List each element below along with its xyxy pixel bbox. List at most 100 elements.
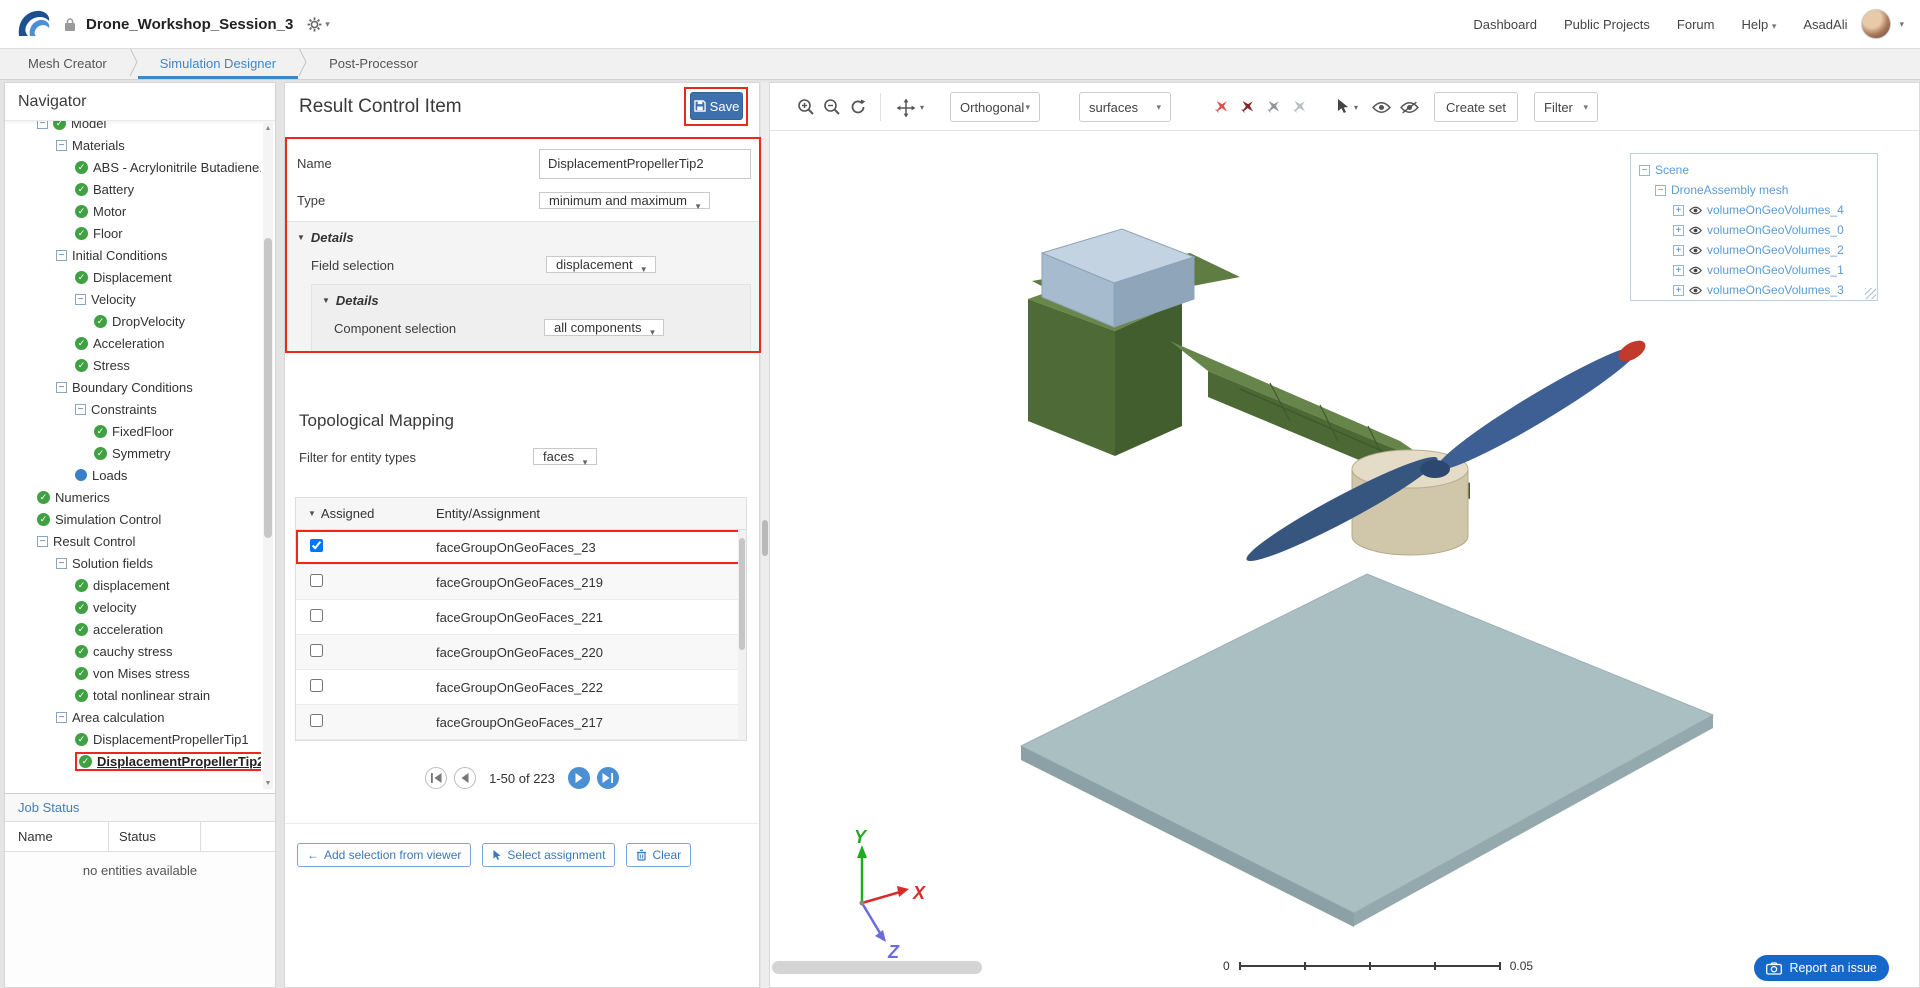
- assignment-checkbox[interactable]: [310, 574, 323, 587]
- chevron-down-icon[interactable]: ▾: [1354, 103, 1358, 112]
- visibility-eye-icon[interactable]: [1689, 246, 1702, 255]
- tree-item-model[interactable]: −✓Model: [5, 121, 261, 134]
- tree-item-initial-conditions[interactable]: −Initial Conditions: [5, 244, 261, 266]
- previous-page-button[interactable]: [454, 767, 476, 789]
- tree-item-displacementpropellertip1[interactable]: ✓DisplacementPropellerTip1: [5, 728, 261, 750]
- expand-icon[interactable]: +: [1673, 225, 1684, 236]
- table-scrollbar[interactable]: [738, 530, 746, 740]
- tree-item-dropvelocity[interactable]: ✓DropVelocity: [5, 310, 261, 332]
- chevron-down-icon[interactable]: ▾: [1899, 19, 1904, 30]
- scrollbar-thumb[interactable]: [739, 538, 745, 650]
- assignment-checkbox[interactable]: [310, 609, 323, 622]
- assignment-row[interactable]: faceGroupOnGeoFaces_217: [296, 705, 746, 740]
- details-header[interactable]: ▼ Details: [297, 226, 751, 248]
- tree-item-floor[interactable]: ✓Floor: [5, 222, 261, 244]
- scrollbar-thumb[interactable]: [264, 238, 272, 538]
- visibility-eye-icon[interactable]: [1689, 286, 1702, 295]
- orientation-jet-maroon-icon[interactable]: [1239, 98, 1256, 115]
- name-input[interactable]: [539, 149, 751, 179]
- assignment-row[interactable]: faceGroupOnGeoFaces_219: [296, 565, 746, 600]
- create-set-button[interactable]: Create set: [1434, 92, 1518, 122]
- tree-item-result-control[interactable]: −Result Control: [5, 530, 261, 552]
- tab-mesh-creator[interactable]: Mesh Creator: [6, 49, 129, 79]
- assignment-checkbox[interactable]: [310, 679, 323, 692]
- last-page-button[interactable]: [597, 767, 619, 789]
- collapse-icon[interactable]: −: [75, 294, 86, 305]
- tree-item-velocity[interactable]: ✓velocity: [5, 596, 261, 618]
- tree-item-acceleration[interactable]: ✓acceleration: [5, 618, 261, 640]
- scene-root-row[interactable]: − Scene: [1631, 160, 1877, 180]
- component-selection-select[interactable]: all components: [544, 319, 664, 336]
- mesh-row[interactable]: − DroneAssembly mesh: [1631, 180, 1877, 200]
- avatar[interactable]: [1861, 9, 1891, 39]
- tree-item-stress[interactable]: ✓Stress: [5, 354, 261, 376]
- collapse-icon[interactable]: −: [37, 121, 48, 129]
- visibility-eye-icon[interactable]: [1689, 206, 1702, 215]
- tree-item-simulation-control[interactable]: ✓Simulation Control: [5, 508, 261, 530]
- projection-select[interactable]: Orthogonal▾: [950, 92, 1040, 122]
- tree-item-loads[interactable]: Loads: [5, 464, 261, 486]
- tree-item-materials[interactable]: −Materials: [5, 134, 261, 156]
- tree-item-area-calculation[interactable]: −Area calculation: [5, 706, 261, 728]
- tree-item-constraints[interactable]: −Constraints: [5, 398, 261, 420]
- type-select[interactable]: minimum and maximum: [539, 192, 710, 209]
- filter-select[interactable]: Filter▾: [1534, 92, 1598, 122]
- collapse-icon[interactable]: −: [75, 404, 86, 415]
- report-issue-button[interactable]: Report an issue: [1754, 955, 1889, 981]
- project-settings-button[interactable]: ▾: [307, 17, 330, 32]
- nav-dashboard[interactable]: Dashboard: [1473, 17, 1537, 32]
- visibility-eye-icon[interactable]: [1689, 266, 1702, 275]
- orientation-jet-light-icon[interactable]: [1291, 98, 1308, 115]
- expand-icon[interactable]: +: [1673, 285, 1684, 296]
- save-button[interactable]: Save: [690, 92, 743, 120]
- nested-details-header[interactable]: ▼ Details: [322, 289, 744, 311]
- assignment-checkbox[interactable]: [310, 644, 323, 657]
- first-page-button[interactable]: [425, 767, 447, 789]
- tree-item-battery[interactable]: ✓Battery: [5, 178, 261, 200]
- resize-handle-icon[interactable]: [1865, 288, 1876, 299]
- tree-item-symmetry[interactable]: ✓Symmetry: [5, 442, 261, 464]
- entity-filter-select[interactable]: faces: [533, 448, 597, 465]
- tree-item-acceleration[interactable]: ✓Acceleration: [5, 332, 261, 354]
- tree-item-displacement[interactable]: ✓displacement: [5, 574, 261, 596]
- tab-simulation-designer[interactable]: Simulation Designer: [138, 49, 298, 79]
- scene-volume-row[interactable]: +volumeOnGeoVolumes_1: [1631, 260, 1877, 280]
- tree-item-displacementpropellertip2[interactable]: ✓DisplacementPropellerTip2: [5, 750, 261, 772]
- render-mode-select[interactable]: surfaces▾: [1079, 92, 1171, 122]
- pan-icon[interactable]: [896, 98, 916, 118]
- tree-item-total-nonlinear-strain[interactable]: ✓total nonlinear strain: [5, 684, 261, 706]
- collapse-icon[interactable]: −: [56, 382, 67, 393]
- tree-item-boundary-conditions[interactable]: −Boundary Conditions: [5, 376, 261, 398]
- navigator-scrollbar[interactable]: ▲ ▼: [263, 123, 273, 789]
- collapse-icon[interactable]: −: [56, 558, 67, 569]
- collapse-icon[interactable]: −: [1639, 165, 1650, 176]
- select-assignment-button[interactable]: Select assignment: [482, 843, 615, 867]
- orientation-jet-gray-icon[interactable]: [1265, 98, 1282, 115]
- show-hidden-eye-icon[interactable]: [1372, 101, 1391, 114]
- viewer-horizontal-scrollbar[interactable]: [772, 961, 982, 974]
- zoom-out-icon[interactable]: [823, 98, 841, 116]
- visibility-eye-icon[interactable]: [1689, 226, 1702, 235]
- panel-scrollbar[interactable]: [761, 82, 769, 988]
- app-logo-icon[interactable]: [16, 8, 52, 40]
- zoom-in-icon[interactable]: [797, 98, 815, 116]
- tree-item-von-mises-stress[interactable]: ✓von Mises stress: [5, 662, 261, 684]
- refresh-icon[interactable]: [849, 98, 867, 116]
- field-selection-select[interactable]: displacement: [546, 256, 656, 273]
- scene-volume-row[interactable]: +volumeOnGeoVolumes_2: [1631, 240, 1877, 260]
- tree-item-cauchy-stress[interactable]: ✓cauchy stress: [5, 640, 261, 662]
- assignment-checkbox[interactable]: [310, 539, 323, 552]
- assignment-row[interactable]: faceGroupOnGeoFaces_221: [296, 600, 746, 635]
- collapse-icon[interactable]: −: [56, 250, 67, 261]
- collapse-icon[interactable]: −: [56, 140, 67, 151]
- tree-item-fixedfloor[interactable]: ✓FixedFloor: [5, 420, 261, 442]
- tree-item-solution-fields[interactable]: −Solution fields: [5, 552, 261, 574]
- nav-public-projects[interactable]: Public Projects: [1564, 17, 1650, 32]
- assignment-row[interactable]: faceGroupOnGeoFaces_220: [296, 635, 746, 670]
- nav-forum[interactable]: Forum: [1677, 17, 1715, 32]
- tree-item-numerics[interactable]: ✓Numerics: [5, 486, 261, 508]
- expand-icon[interactable]: +: [1673, 205, 1684, 216]
- user-name[interactable]: AsadAli: [1803, 17, 1847, 32]
- chevron-down-icon[interactable]: ▾: [920, 103, 924, 112]
- collapse-icon[interactable]: −: [1655, 185, 1666, 196]
